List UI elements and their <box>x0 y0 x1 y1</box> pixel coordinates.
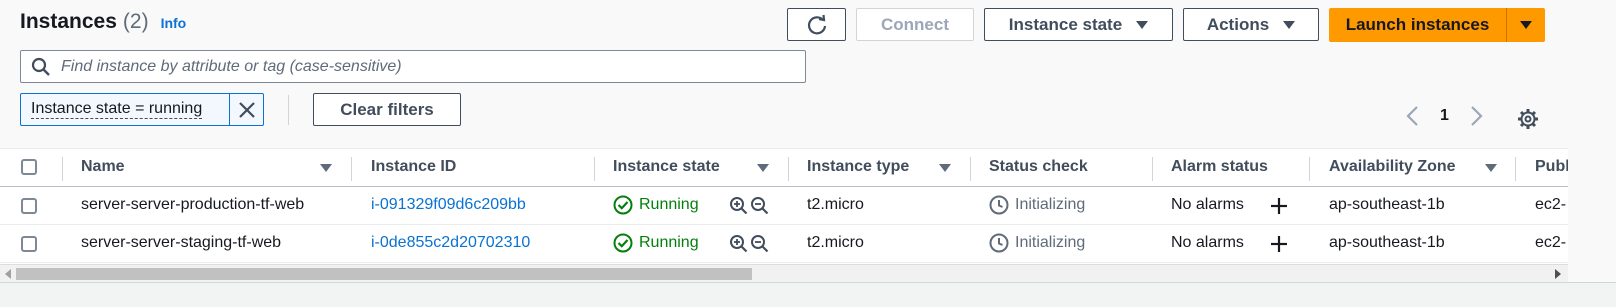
connect-label: Connect <box>881 14 949 34</box>
public-dns: ec2- <box>1535 196 1567 213</box>
launch-instances-label: Launch instances <box>1345 15 1490 34</box>
filter-token-label[interactable]: Instance state = running <box>21 94 229 125</box>
sort-caret-icon[interactable] <box>939 164 951 172</box>
column-header-status-check[interactable]: Status check <box>989 158 1088 176</box>
table-row[interactable]: server-server-production-tf-web i-091329… <box>0 187 1568 225</box>
search-icon <box>31 57 50 76</box>
scrollbar-thumb[interactable] <box>16 268 752 280</box>
column-header-instance-type[interactable]: Instance type <box>807 158 909 176</box>
chevron-left-icon[interactable] <box>1404 105 1422 127</box>
refresh-icon <box>807 14 826 34</box>
instance-type: t2.micro <box>807 234 864 251</box>
column-header-instance-state[interactable]: Instance state <box>613 158 720 176</box>
close-icon <box>238 101 255 118</box>
add-alarm-button[interactable] <box>1269 234 1289 254</box>
zoom-in-icon[interactable] <box>729 234 748 253</box>
page-title-text: Instances <box>20 10 117 33</box>
table-row[interactable]: server-server-staging-tf-web i-0de855c2d… <box>0 225 1568 263</box>
gear-icon[interactable] <box>1517 108 1539 130</box>
add-alarm-button[interactable] <box>1269 196 1289 216</box>
pagination: 1 <box>1404 105 1485 127</box>
instance-state: Running <box>613 195 699 215</box>
instance-state-text: Running <box>639 196 699 213</box>
availability-zone: ap-southeast-1b <box>1329 234 1445 251</box>
instance-name: server-server-staging-tf-web <box>81 234 282 251</box>
plus-icon <box>1271 198 1287 214</box>
clock-icon <box>989 195 1009 215</box>
filter-divider <box>288 95 289 125</box>
select-all-checkbox[interactable] <box>21 159 37 175</box>
clear-filters-button[interactable]: Clear filters <box>313 93 461 126</box>
launch-instances-split-button: Launch instances <box>1329 8 1545 42</box>
instance-state-label: Instance state <box>1008 14 1123 34</box>
status-check-text: Initializing <box>1015 234 1086 251</box>
instances-table: Name Instance ID Instance state Instance… <box>0 148 1568 264</box>
search-input[interactable]: Find instance by attribute or tag (case-… <box>20 50 806 83</box>
scroll-left-arrow-icon[interactable] <box>4 269 12 279</box>
instance-count: (2) <box>122 10 149 33</box>
column-header-name[interactable]: Name <box>81 158 125 176</box>
column-header-instance-id[interactable]: Instance ID <box>371 158 456 176</box>
alarm-status: No alarms <box>1171 234 1244 251</box>
column-header-public[interactable]: Publ <box>1535 158 1568 176</box>
sort-caret-icon[interactable] <box>320 164 332 172</box>
plus-icon <box>1271 236 1287 252</box>
horizontal-scrollbar[interactable] <box>0 264 1568 282</box>
status-check: Initializing <box>989 233 1085 253</box>
instance-state: Running <box>613 233 699 253</box>
instance-state-button[interactable]: Instance state <box>984 8 1173 41</box>
search-placeholder: Find instance by attribute or tag (case-… <box>61 57 402 75</box>
availability-zone: ap-southeast-1b <box>1329 196 1445 213</box>
check-circle-icon <box>613 233 633 253</box>
page-number[interactable]: 1 <box>1440 107 1449 125</box>
launch-dropdown-button[interactable] <box>1507 8 1545 42</box>
refresh-button[interactable] <box>787 8 846 41</box>
clear-filters-label: Clear filters <box>340 99 434 119</box>
actions-label: Actions <box>1206 14 1270 34</box>
clock-icon <box>989 233 1009 253</box>
caret-down-icon <box>1520 21 1532 29</box>
status-check: Initializing <box>989 195 1085 215</box>
zoom-out-icon[interactable] <box>750 234 769 253</box>
sort-caret-icon[interactable] <box>1485 164 1497 172</box>
column-header-alarm-status[interactable]: Alarm status <box>1171 158 1268 176</box>
actions-button[interactable]: Actions <box>1183 8 1319 41</box>
instance-id-link[interactable]: i-0de855c2d20702310 <box>371 234 530 252</box>
filter-token-text: Instance state = running <box>31 100 203 119</box>
zoom-out-icon[interactable] <box>750 196 769 215</box>
table-header: Name Instance ID Instance state Instance… <box>0 149 1568 187</box>
zoom-in-icon[interactable] <box>729 196 748 215</box>
remove-filter-button[interactable] <box>229 94 263 125</box>
row-checkbox[interactable] <box>21 236 37 252</box>
split-panel-divider[interactable] <box>0 282 1616 307</box>
filter-token[interactable]: Instance state = running <box>20 93 264 126</box>
column-header-availability-zone[interactable]: Availability Zone <box>1329 158 1456 176</box>
zoom-controls <box>729 234 769 253</box>
sort-caret-icon[interactable] <box>757 164 769 172</box>
alarm-status: No alarms <box>1171 196 1244 213</box>
page-title: Instances (2) Info <box>20 10 186 34</box>
launch-instances-button[interactable]: Launch instances <box>1329 8 1507 42</box>
status-check-text: Initializing <box>1015 196 1086 213</box>
public-dns: ec2- <box>1535 234 1567 251</box>
instance-type: t2.micro <box>807 196 864 213</box>
info-link[interactable]: Info <box>161 15 187 31</box>
zoom-controls <box>729 196 769 215</box>
row-checkbox[interactable] <box>21 198 37 214</box>
caret-down-icon <box>1283 20 1296 29</box>
connect-button[interactable]: Connect <box>856 8 974 41</box>
instance-id-link[interactable]: i-091329f09d6c209bb <box>371 196 526 214</box>
instance-name: server-server-production-tf-web <box>81 196 305 213</box>
instance-state-text: Running <box>639 234 699 251</box>
chevron-right-icon[interactable] <box>1467 105 1485 127</box>
check-circle-icon <box>613 195 633 215</box>
scroll-right-arrow-icon[interactable] <box>1554 269 1562 279</box>
caret-down-icon <box>1136 20 1149 29</box>
